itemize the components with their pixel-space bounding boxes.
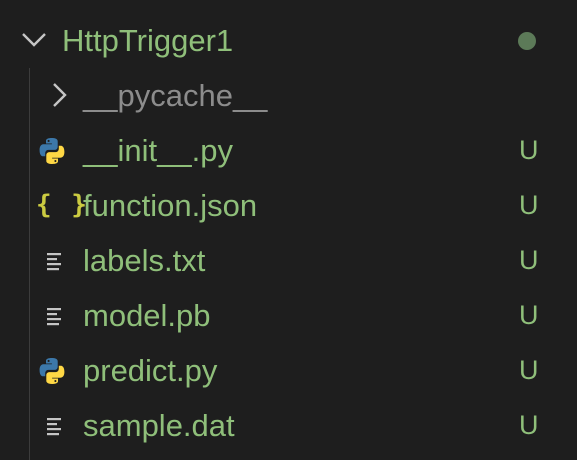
- python-icon: [39, 138, 65, 164]
- tree-item-model-pb[interactable]: model.pb U: [0, 288, 577, 343]
- tree-item-label: function.json: [83, 188, 258, 223]
- git-status-untracked: U: [519, 190, 539, 220]
- chevron-down-icon[interactable]: [19, 25, 49, 55]
- git-status-untracked: U: [519, 355, 539, 385]
- tree-item-label: model.pb: [83, 298, 211, 333]
- tree-item-labels-txt[interactable]: labels.txt U: [0, 233, 577, 288]
- git-status-untracked: U: [519, 410, 539, 440]
- git-status-untracked: U: [519, 300, 539, 330]
- folder-httptrigger1[interactable]: HttpTrigger1: [0, 13, 577, 68]
- tree-item-sample-dat[interactable]: sample.dat U: [0, 398, 577, 453]
- git-status-untracked: U: [519, 135, 539, 165]
- tree-item-pycache[interactable]: __pycache__: [0, 68, 577, 123]
- tree-item-label: sample.dat: [83, 408, 235, 443]
- tree-item-label: __pycache__: [83, 78, 268, 113]
- file-explorer: HttpTrigger1 __pycache__ __init__.py U {…: [0, 0, 577, 460]
- text-file-icon: [47, 308, 61, 326]
- tree-item-label: __init__.py: [83, 133, 233, 168]
- tree-item-function-json[interactable]: { } function.json U: [0, 178, 577, 233]
- folder-label: HttpTrigger1: [62, 23, 234, 58]
- python-icon: [39, 358, 65, 384]
- modified-dot-icon: [518, 32, 536, 50]
- tree-item-init-py[interactable]: __init__.py U: [0, 123, 577, 178]
- text-file-icon: [47, 253, 61, 271]
- tree-item-label: labels.txt: [83, 243, 206, 278]
- tree-item-label: predict.py: [83, 353, 218, 388]
- json-icon: { }: [36, 190, 89, 220]
- git-status-untracked: U: [519, 245, 539, 275]
- tree-item-predict-py[interactable]: predict.py U: [0, 343, 577, 398]
- text-file-icon: [47, 418, 61, 436]
- chevron-right-icon[interactable]: [45, 80, 75, 110]
